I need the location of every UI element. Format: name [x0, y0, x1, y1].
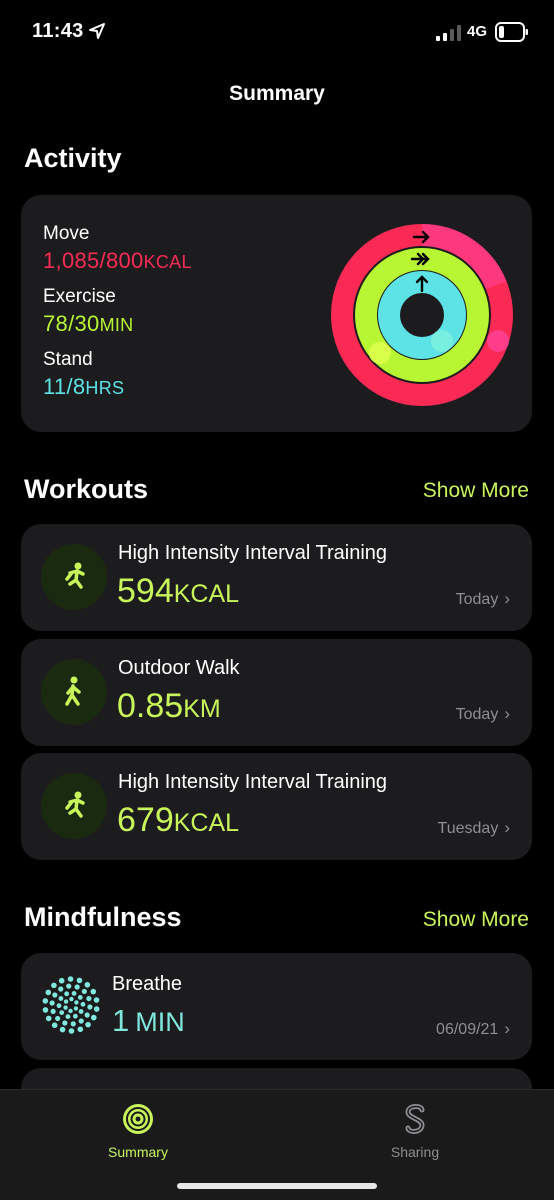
- page-title: Summary: [229, 82, 325, 105]
- hiit-figure-icon: [41, 773, 107, 839]
- activity-card[interactable]: Move 1,085/800KCAL Exercise 78/30MIN Sta…: [21, 195, 532, 432]
- move-value: 1,085/800KCAL: [43, 248, 192, 274]
- activity-rings-icon: [123, 1104, 153, 1134]
- stand-amount: 11/8: [43, 374, 86, 399]
- walk-figure-icon: [41, 659, 107, 725]
- workout-amount: 594: [117, 572, 174, 610]
- workout-amount: 0.85: [117, 687, 184, 725]
- location-arrow-icon: [89, 23, 105, 39]
- workout-date-text: Today: [455, 591, 499, 608]
- workout-row[interactable]: High Intensity Interval Training 594KCAL…: [21, 524, 532, 631]
- stand-value: 11/8HRS: [43, 374, 124, 400]
- workout-row[interactable]: Outdoor Walk 0.85KM Today ›: [21, 639, 532, 746]
- tab-summary-label: Summary: [108, 1144, 168, 1160]
- mindfulness-date: 06/09/21 ›: [436, 1019, 510, 1039]
- workout-unit: KCAL: [173, 809, 240, 837]
- workout-name: High Intensity Interval Training: [118, 542, 388, 564]
- chevron-right-icon: ›: [504, 589, 510, 608]
- workout-date: Today ›: [456, 589, 510, 609]
- chevron-right-icon: ›: [504, 1019, 510, 1038]
- exercise-label: Exercise: [43, 286, 116, 307]
- status-time: 11:43: [32, 20, 84, 42]
- mindfulness-value: 1 MIN: [112, 1003, 185, 1039]
- activity-section-title: Activity: [24, 143, 122, 173]
- chevron-right-icon: ›: [504, 818, 510, 837]
- workout-value: 594KCAL: [117, 572, 239, 611]
- workout-name: High Intensity Interval Training: [118, 771, 388, 793]
- workout-unit: KM: [183, 695, 221, 723]
- workout-date-text: Tuesday: [437, 820, 499, 837]
- tab-sharing[interactable]: Sharing: [345, 1102, 485, 1160]
- workout-unit: KCAL: [173, 580, 240, 608]
- battery-low-icon: [495, 22, 528, 42]
- breathe-flower-icon: [42, 976, 100, 1034]
- workout-value: 679KCAL: [117, 801, 239, 840]
- workout-name: Outdoor Walk: [118, 657, 240, 679]
- mindfulness-section-title: Mindfulness: [24, 902, 182, 932]
- move-label: Move: [43, 223, 90, 244]
- mindfulness-row[interactable]: Breathe 1 MIN 06/09/21 ›: [21, 953, 532, 1060]
- workout-value: 0.85KM: [117, 687, 221, 726]
- cellular-signal-icon: [436, 25, 461, 41]
- stand-unit: HRS: [85, 378, 125, 398]
- exercise-amount: 78/30: [43, 311, 100, 336]
- exercise-value: 78/30MIN: [43, 311, 133, 337]
- stand-label: Stand: [43, 349, 93, 370]
- workout-date: Tuesday ›: [438, 818, 510, 838]
- workout-amount: 679: [117, 801, 174, 839]
- fitness-summary-screen: 11:43 4G Summary Activity Move 1,085/800…: [0, 0, 554, 1200]
- move-amount: 1,085/800: [43, 248, 144, 273]
- chevron-right-icon: ›: [504, 704, 510, 723]
- network-type: 4G: [467, 23, 488, 40]
- exercise-unit: MIN: [99, 315, 134, 335]
- activity-rings-graphic: [331, 224, 513, 406]
- workout-date: Today ›: [456, 704, 510, 724]
- workouts-show-more-link[interactable]: Show More: [423, 479, 529, 503]
- home-indicator: [177, 1183, 377, 1189]
- tab-sharing-label: Sharing: [390, 1144, 440, 1160]
- mindfulness-amount: 1: [112, 1003, 130, 1038]
- workout-date-text: Today: [455, 706, 499, 723]
- workout-row[interactable]: High Intensity Interval Training 679KCAL…: [21, 753, 532, 860]
- hiit-figure-icon: [41, 544, 107, 610]
- tab-summary[interactable]: Summary: [68, 1102, 208, 1160]
- status-bar: 11:43 4G: [0, 0, 554, 66]
- mindfulness-date-text: 06/09/21: [436, 1021, 499, 1038]
- mindfulness-show-more-link[interactable]: Show More: [423, 908, 529, 932]
- move-unit: KCAL: [143, 252, 192, 272]
- workouts-section-title: Workouts: [24, 474, 149, 504]
- sharing-icon: [405, 1104, 425, 1134]
- mindfulness-name: Breathe: [112, 973, 183, 995]
- mindfulness-unit: MIN: [135, 1007, 185, 1037]
